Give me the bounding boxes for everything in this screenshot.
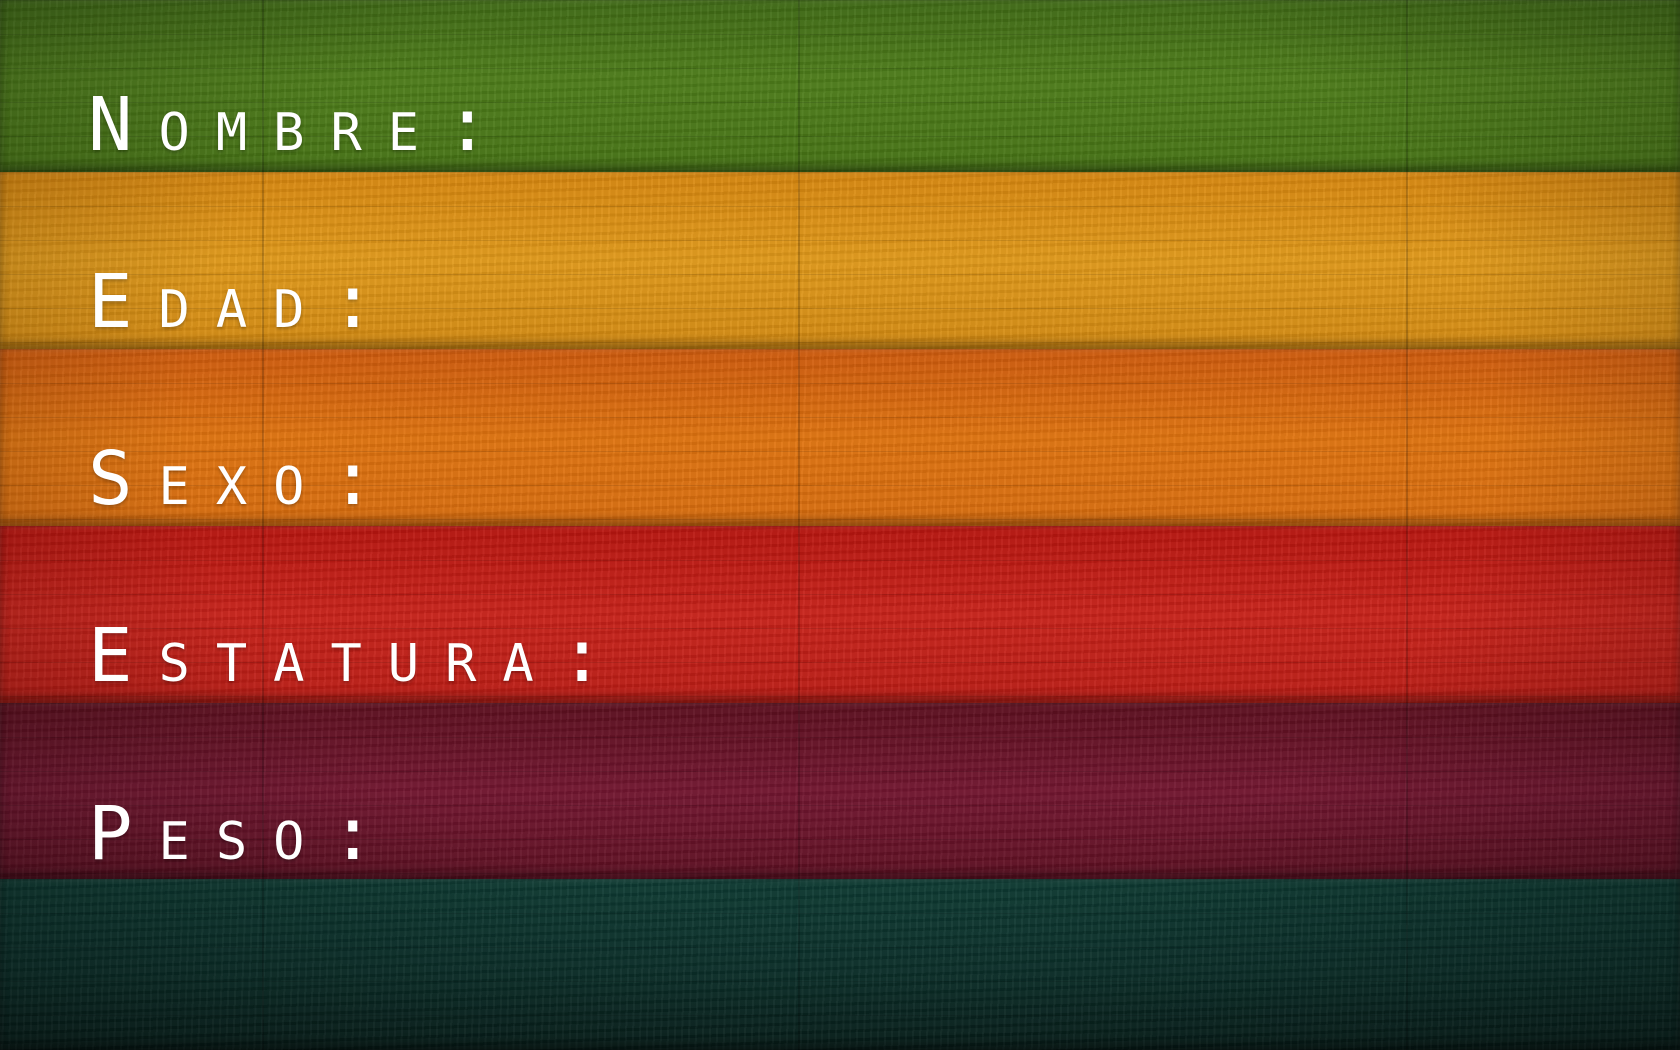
field-label-sexo: Sexo: bbox=[88, 436, 402, 522]
wood-plank-background: Nombre: Edad: Sexo: Estatura: Peso: bbox=[0, 0, 1680, 1050]
field-label-peso: Peso: bbox=[88, 791, 402, 877]
plank-teal bbox=[0, 879, 1680, 1050]
field-label-edad: Edad: bbox=[88, 259, 402, 345]
field-label-estatura: Estatura: bbox=[88, 613, 631, 699]
field-label-nombre: Nombre: bbox=[88, 82, 516, 168]
